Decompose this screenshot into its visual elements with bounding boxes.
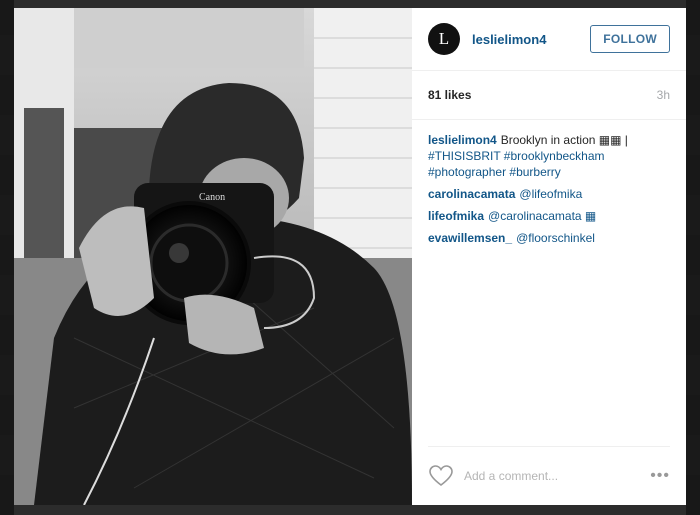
more-options-icon[interactable]: ••• [650, 467, 670, 485]
comment-text: Brooklyn in action ▦▦ | [500, 133, 628, 147]
comment-username[interactable]: evawillemsen_ [428, 231, 512, 245]
caption-comment: leslielimon4 Brooklyn in action ▦▦ | #THI… [428, 132, 670, 180]
comment-mention[interactable]: @lifeofmika [519, 187, 582, 201]
comment-username[interactable]: carolinacamata [428, 187, 515, 201]
list-item: carolinacamata @lifeofmika [428, 186, 670, 202]
comment-username[interactable]: lifeofmika [428, 209, 484, 223]
comment-input[interactable]: Add a comment... [464, 469, 650, 483]
list-item: evawillemsen_ @floorschinkel [428, 230, 670, 246]
post-meta: 81 likes 3h [412, 71, 686, 120]
post-photo: Canon [14, 8, 412, 505]
comment-mention[interactable]: @carolinacamata ▦ [488, 209, 596, 223]
heart-icon[interactable] [428, 464, 454, 488]
list-item: lifeofmika @carolinacamata ▦ [428, 208, 670, 224]
comment-footer: Add a comment... ••• [428, 446, 670, 505]
svg-text:Canon: Canon [199, 192, 225, 203]
avatar[interactable]: L [428, 23, 460, 55]
caption-hashtags[interactable]: #THISISBRIT #brooklynbeckham #photograph… [428, 148, 670, 180]
likes-count[interactable]: 81 likes [428, 88, 471, 102]
post-header: L leslielimon4 FOLLOW [412, 8, 686, 71]
comment-list: leslielimon4 Brooklyn in action ▦▦ | #THI… [412, 120, 686, 246]
post-timestamp[interactable]: 3h [657, 88, 670, 102]
post-modal: Canon L leslielimon4 FOLLOW 81 likes 3h … [14, 8, 686, 505]
comment-username[interactable]: leslielimon4 [428, 133, 497, 147]
photo-illustration: Canon [14, 8, 412, 505]
follow-button[interactable]: FOLLOW [590, 25, 670, 53]
author-username[interactable]: leslielimon4 [472, 32, 590, 47]
post-sidebar: L leslielimon4 FOLLOW 81 likes 3h leslie… [412, 8, 686, 505]
comment-mention[interactable]: @floorschinkel [516, 231, 595, 245]
